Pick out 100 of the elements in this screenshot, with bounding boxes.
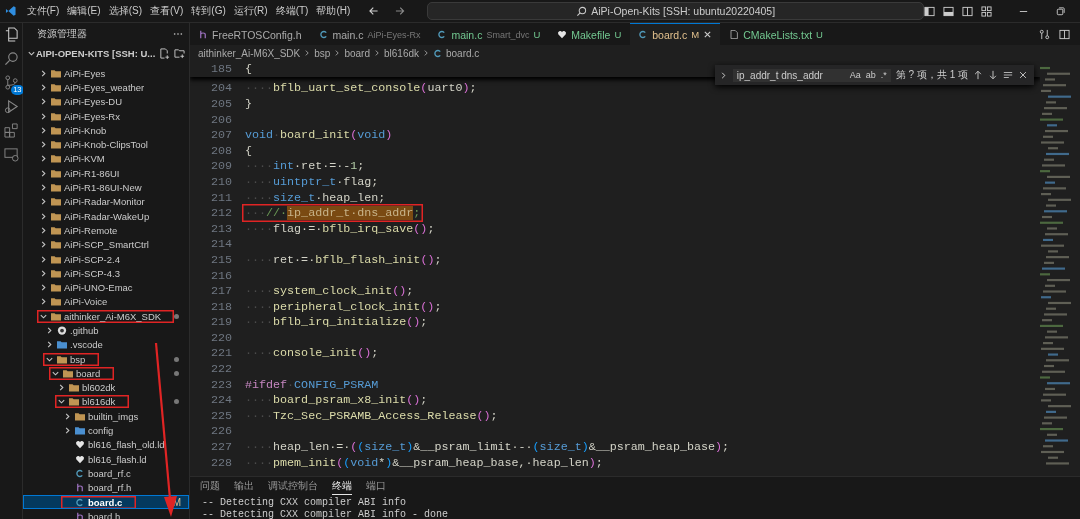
- line-number: 213: [209, 221, 233, 236]
- tree-item[interactable]: AiPi-Eyes_weather: [23, 80, 189, 95]
- line-number: 221: [209, 346, 233, 361]
- panel-tab[interactable]: 调试控制台: [268, 480, 318, 495]
- find-option[interactable]: Aa: [849, 70, 861, 80]
- terminal-line: -- Detecting CXX compiler ABI info: [201, 497, 408, 509]
- editor-tab[interactable]: board.c M: [630, 23, 721, 45]
- code-text: ····size_t·heap_len;: [244, 189, 387, 207]
- workspace-header[interactable]: AIPI-OPEN-KITS [SSH: U...: [23, 47, 156, 59]
- tree-item[interactable]: AiPi-Radar-Monitor: [23, 194, 189, 209]
- tree-item[interactable]: AiPi-Knob-ClipsTool: [23, 137, 189, 152]
- breadcrumb-item[interactable]: aithinker_Ai-M6X_SDK: [198, 47, 301, 59]
- tree-item[interactable]: AiPi-KVM: [23, 151, 189, 167]
- tree-item[interactable]: bsp: [23, 351, 189, 367]
- menu-item[interactable]: 帮助(H): [312, 4, 355, 18]
- tree-item[interactable]: aithinker_Ai-M6X_SDK: [23, 309, 189, 324]
- line-number: 211: [209, 190, 233, 205]
- tree-item[interactable]: board.h: [23, 509, 189, 519]
- code-text: }: [244, 96, 253, 113]
- code-text: ····console_init();: [244, 345, 380, 363]
- code-text: #ifdef·CONFIG_PSRAM: [244, 376, 380, 394]
- panel-tab[interactable]: 问题: [200, 480, 220, 495]
- line-number: 209: [209, 159, 233, 174]
- line-number: 206: [209, 112, 233, 127]
- tree-item[interactable]: .github: [23, 323, 189, 338]
- tree-item[interactable]: bl602dk: [23, 380, 189, 395]
- line-number: 208: [209, 143, 233, 158]
- line-number: 218: [209, 299, 233, 314]
- tree-item[interactable]: AiPi-Radar-WakeUp: [23, 208, 189, 224]
- code-text: ····Tzc_Sec_PSRAMB_Access_Release();: [244, 407, 499, 425]
- tree-item[interactable]: AiPi-Eyes-DU: [23, 94, 189, 109]
- menu-item[interactable]: 运行(R): [229, 4, 272, 18]
- line-number: 228: [209, 455, 233, 470]
- menu-item[interactable]: 编辑(E): [63, 4, 105, 18]
- menu-item[interactable]: 查看(V): [145, 4, 188, 18]
- code-text: ····ret·=·bflb_flash_init();: [244, 251, 443, 269]
- line-number: 212: [209, 206, 233, 221]
- code-text: ····pmem_init((void*)&__psram_heap_base,·heap_len);: [244, 454, 604, 472]
- tree-item[interactable]: config: [23, 423, 189, 438]
- line-number: 219: [209, 315, 233, 330]
- panel-tab[interactable]: 输出: [234, 480, 254, 495]
- tree-item[interactable]: AiPi-Eyes: [23, 66, 189, 81]
- code-text: ····bflb_irq_initialize();: [244, 314, 429, 332]
- line-number: 226: [209, 424, 233, 439]
- line-number: 185: [209, 61, 233, 76]
- line-number: 224: [209, 393, 233, 408]
- code-text: {: [244, 142, 253, 160]
- code-text: {: [244, 61, 253, 78]
- find-input[interactable]: ip_addr_t dns_addr Aa ab .*: [732, 68, 891, 82]
- menu-item[interactable]: 终端(T): [271, 4, 313, 18]
- code-text: ···//·ip_addr_t·dns_addr;: [242, 204, 424, 223]
- tree-item[interactable]: builtin_imgs: [23, 409, 189, 424]
- breadcrumb-item[interactable]: bl616dk: [383, 47, 419, 59]
- tree-item[interactable]: AiPi-SCP-4.3: [23, 266, 189, 281]
- code-text: ····int·ret·=·-1;: [244, 158, 366, 176]
- line-number: 222: [209, 362, 233, 377]
- tree-item[interactable]: AiPi-R1-86UI: [23, 166, 189, 181]
- tree-item[interactable]: board: [23, 366, 189, 381]
- code-text: ····system_clock_init();: [244, 283, 415, 301]
- tree-item[interactable]: .vscode: [23, 337, 189, 352]
- line-number: 207: [209, 128, 233, 143]
- terminal-line: -- Detecting CXX compiler ABI info - done: [201, 509, 450, 519]
- tree-item[interactable]: bl616_flash.ld: [23, 452, 189, 467]
- line-number: 205: [209, 97, 233, 111]
- command-center[interactable]: AiPi-Open-Kits [SSH: ubuntu20220405]: [427, 2, 924, 20]
- breadcrumb-item[interactable]: board.c: [446, 47, 480, 59]
- tree-item[interactable]: AiPi-UNO-Emac: [23, 280, 189, 295]
- tree-item[interactable]: board_rf.h: [23, 480, 189, 495]
- tree-item[interactable]: board_rf.c: [23, 466, 189, 481]
- code-text: ····bflb_uart_set_console(uart0);: [244, 80, 478, 98]
- code-text: ····heap_len·=·((size_t)&__psram_limit·-·(size_t)&__psram_heap_base);: [244, 439, 730, 457]
- panel-tab[interactable]: 端口: [366, 480, 386, 495]
- tree-item[interactable]: AiPi-R1-86UI-New: [23, 180, 189, 195]
- tree-item[interactable]: bl616dk: [23, 394, 189, 410]
- tree-item[interactable]: AiPi-Knob: [23, 123, 189, 138]
- breadcrumb-item[interactable]: board: [344, 47, 370, 59]
- sidebar-title: 资源管理器: [37, 27, 87, 41]
- tree-item[interactable]: AiPi-SCP_SmartCtrl: [23, 237, 189, 252]
- breadcrumb-item[interactable]: bsp: [314, 47, 331, 59]
- tree-item[interactable]: AiPi-SCP-2.4: [23, 251, 189, 267]
- line-number: 215: [209, 252, 233, 267]
- line-number: 217: [209, 284, 233, 299]
- menu-item[interactable]: 转到(G): [187, 4, 230, 18]
- tree-item[interactable]: AiPi-Remote: [23, 223, 189, 238]
- menu-item[interactable]: 选择(S): [104, 4, 146, 18]
- tree-item[interactable]: AiPi-Voice: [23, 294, 189, 310]
- find-option[interactable]: ab: [865, 70, 876, 80]
- find-option[interactable]: .*: [880, 70, 887, 80]
- line-number: 210: [209, 174, 233, 189]
- line-number: 214: [209, 237, 233, 252]
- code-text: ····flag·=·bflb_irq_save();: [244, 220, 436, 238]
- tree-item[interactable]: AiPi-Eyes-Rx: [23, 108, 189, 124]
- line-number: 220: [209, 330, 233, 345]
- panel-tab[interactable]: 终端: [332, 480, 352, 495]
- code-text: ····peripheral_clock_init();: [244, 298, 443, 316]
- code-text: ····board_psram_x8_init();: [244, 392, 429, 410]
- tree-item[interactable]: bl616_flash_old.ld: [23, 437, 189, 452]
- menu-item[interactable]: 文件(F): [22, 4, 64, 18]
- line-number: 227: [209, 440, 233, 455]
- match-count: 第 ? 项，共 1 项: [895, 68, 968, 82]
